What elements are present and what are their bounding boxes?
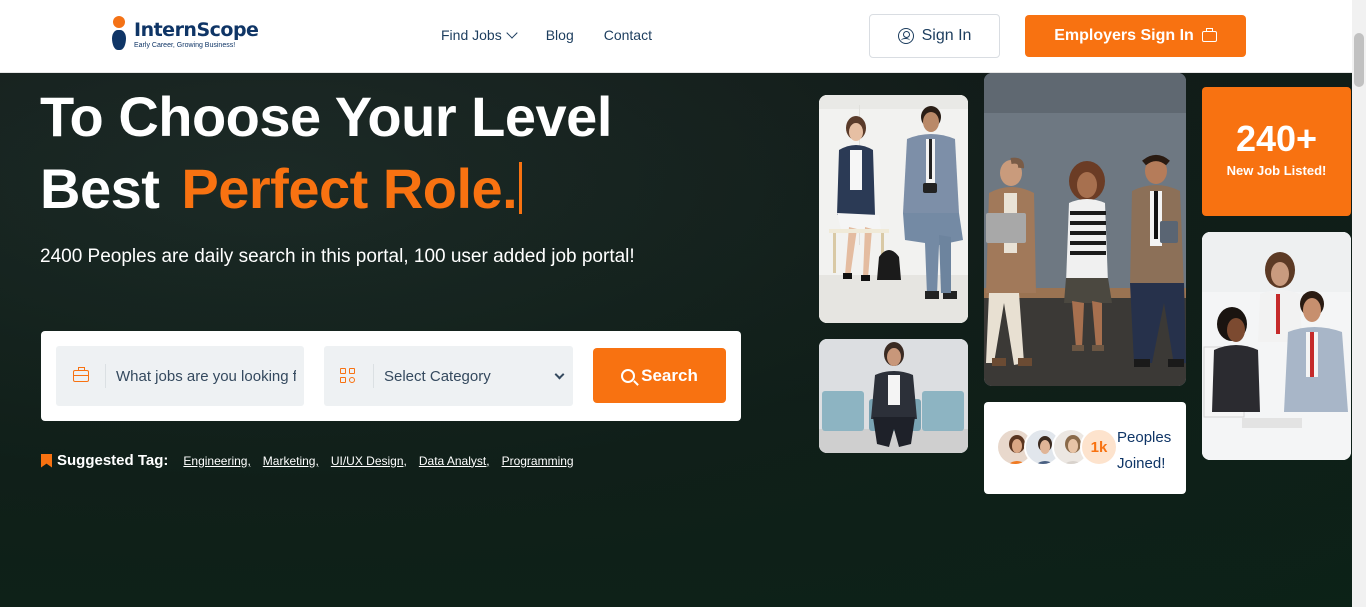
employers-sign-in-label: Employers Sign In <box>1054 27 1194 44</box>
page-scrollbar[interactable] <box>1352 0 1366 607</box>
keyword-field <box>56 346 304 406</box>
sign-in-label: Sign In <box>921 27 972 44</box>
logo-tagline: Early Career, Growing Business! <box>134 41 236 49</box>
tag-engineering[interactable]: Engineering, <box>183 454 250 468</box>
tag-data-analyst[interactable]: Data Analyst, <box>419 454 490 468</box>
search-button[interactable]: Search <box>593 348 726 403</box>
jobs-listed-number: 240+ <box>1235 118 1318 159</box>
tag-ui-ux-design[interactable]: UI/UX Design, <box>331 454 407 468</box>
briefcase-icon <box>1201 27 1217 42</box>
hero-subtitle: 2400 Peoples are daily search in this po… <box>40 246 635 267</box>
chevron-down-icon <box>506 27 518 39</box>
search-button-label: Search <box>641 365 698 385</box>
suggested-tags: Suggested Tag: Engineering, Marketing, U… <box>41 452 586 469</box>
hero-title-accent: Perfect Role. <box>181 157 518 220</box>
employers-sign-in-button[interactable]: Employers Sign In <box>1025 15 1246 57</box>
logo[interactable]: InternScope Early Career, Growing Busine… <box>110 16 259 52</box>
briefcase-icon <box>72 367 89 382</box>
sign-in-button[interactable]: Sign In <box>869 14 1000 58</box>
tag-programming[interactable]: Programming <box>502 454 574 468</box>
category-select-value: Select Category <box>384 367 491 385</box>
jobs-listed-label: New Job Listed! <box>1226 163 1327 178</box>
bookmark-icon <box>41 453 52 468</box>
jobs-listed-stat-card: 240+ New Job Listed! <box>1202 87 1351 216</box>
hero-photo-woman-waiting <box>819 339 968 453</box>
keyword-icon-wrap <box>56 364 106 388</box>
hero-title-line2: Best Perfect Role. <box>40 156 523 221</box>
keyword-input[interactable] <box>116 367 296 385</box>
suggested-tags-label: Suggested Tag: <box>57 452 169 469</box>
joined-count-badge: 1k <box>1080 428 1118 466</box>
category-icon-wrap <box>324 364 374 388</box>
hero-photo-group-bench <box>984 73 1186 386</box>
typing-caret <box>519 162 523 214</box>
hero-title-line1: To Choose Your Level <box>40 85 612 148</box>
nav-contact[interactable]: Contact <box>604 27 652 43</box>
nav-find-jobs[interactable]: Find Jobs <box>441 27 518 43</box>
user-icon <box>897 28 914 44</box>
logo-icon <box>110 16 128 52</box>
hero-title-prefix: Best <box>40 157 160 220</box>
category-grid-icon <box>340 367 357 385</box>
search-icon <box>621 368 636 383</box>
nav-find-jobs-label: Find Jobs <box>441 27 502 43</box>
hero-photo-waiting-pair <box>819 95 968 323</box>
peoples-joined-card: 1k Peoples Joined! <box>984 402 1186 494</box>
scrollbar-thumb[interactable] <box>1354 33 1364 87</box>
category-select[interactable]: Select Category <box>324 346 573 406</box>
hero-photo-office-team <box>1202 232 1351 460</box>
site-header: InternScope Early Career, Growing Busine… <box>0 0 1352 73</box>
logo-name: InternScope <box>134 18 259 41</box>
avatar-group: 1k <box>996 428 1118 466</box>
main-nav: Find Jobs Blog Contact <box>441 27 652 43</box>
tag-marketing[interactable]: Marketing, <box>263 454 319 468</box>
job-search-form: Select Category Search <box>41 331 741 421</box>
peoples-joined-label: Peoples Joined! <box>1117 429 1172 472</box>
nav-blog[interactable]: Blog <box>546 27 574 43</box>
chevron-down-icon <box>554 369 565 379</box>
